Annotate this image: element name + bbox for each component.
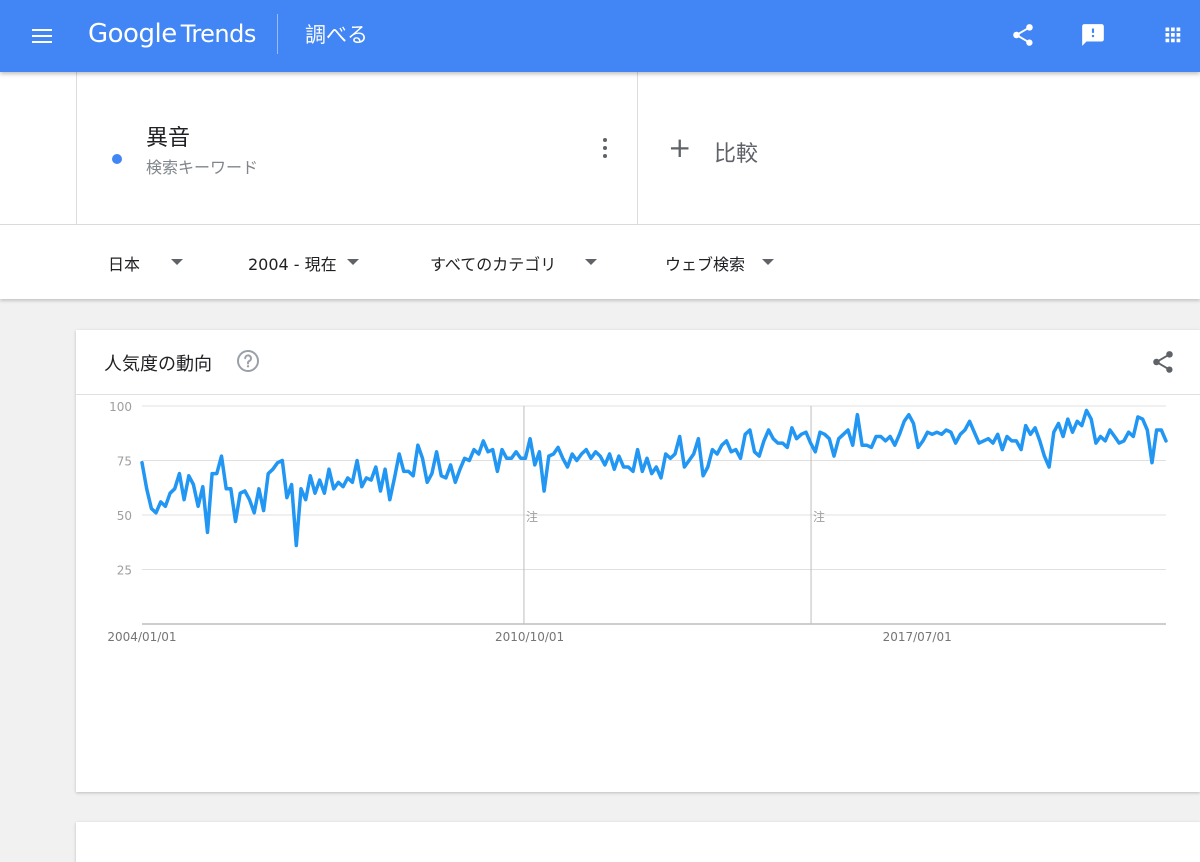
help-circle-icon[interactable]: [236, 349, 260, 373]
series-line[interactable]: [140, 408, 1168, 548]
chart-series-layer: [140, 408, 1168, 548]
y-tick-label: 100: [109, 400, 132, 414]
header-divider: [277, 14, 278, 54]
caret-down-icon: [762, 259, 774, 265]
interest-over-time-card: 人気度の動向 注 注 25 50 75 100 2004/01/01 2010/10/01 2…: [76, 330, 1200, 792]
y-tick-label: 25: [117, 564, 132, 578]
filter-time-range[interactable]: 2004 - 現在: [248, 251, 359, 275]
keyword-color-dot: [112, 154, 122, 164]
filter-category-label: すべてのカテゴリ: [430, 255, 557, 274]
filter-search-type[interactable]: ウェブ検索: [665, 251, 774, 275]
apps-icon[interactable]: [1160, 22, 1186, 48]
annotation-marker[interactable]: 注: [813, 509, 825, 524]
annotation-marker[interactable]: 注: [526, 509, 538, 524]
feedback-icon[interactable]: [1080, 22, 1106, 48]
more-vert-icon[interactable]: [594, 136, 616, 160]
filter-region[interactable]: 日本: [108, 251, 183, 275]
x-tick-label: 2017/07/01: [883, 630, 952, 644]
filter-time-label: 2004 - 現在: [248, 255, 337, 274]
y-tick-label: 50: [117, 509, 132, 523]
caret-down-icon: [171, 259, 183, 265]
top-app-bar: Google Trends 調べる: [0, 0, 1200, 72]
share-icon[interactable]: [1150, 349, 1176, 375]
caret-down-icon: [347, 259, 359, 265]
interest-line-chart[interactable]: 注 注 25 50 75 100 2004/01/01 2010/10/01 2017/07/…: [76, 394, 1200, 792]
filter-search-type-label: ウェブ検索: [665, 255, 746, 274]
menu-icon[interactable]: [30, 24, 54, 48]
x-tick-label: 2010/10/01: [495, 630, 564, 644]
keyword-panel: 異音 検索キーワード + 比較: [0, 72, 1200, 225]
panel-border-left: [76, 72, 77, 224]
share-icon[interactable]: [1010, 22, 1036, 48]
caret-down-icon: [585, 259, 597, 265]
next-card: [76, 822, 1200, 862]
filter-region-label: 日本: [108, 255, 141, 274]
logo-google-text: Google: [88, 19, 177, 49]
card-header: 人気度の動向: [76, 330, 1200, 395]
compare-label: 比較: [714, 142, 759, 167]
card-title: 人気度の動向: [104, 354, 212, 375]
panel-border-right: [637, 72, 638, 224]
page-title: 調べる: [305, 23, 368, 47]
keyword-type: 検索キーワード: [146, 158, 259, 177]
google-trends-logo[interactable]: Google Trends: [88, 19, 256, 49]
x-tick-label: 2004/01/01: [107, 630, 176, 644]
keyword-term[interactable]: 異音: [146, 120, 190, 152]
filter-bar: 日本 2004 - 現在 すべてのカテゴリ ウェブ検索: [0, 225, 1200, 299]
plus-icon: +: [668, 131, 692, 164]
filter-category[interactable]: すべてのカテゴリ: [430, 251, 597, 275]
logo-trends-text: Trends: [180, 20, 257, 48]
y-tick-label: 75: [117, 455, 132, 469]
